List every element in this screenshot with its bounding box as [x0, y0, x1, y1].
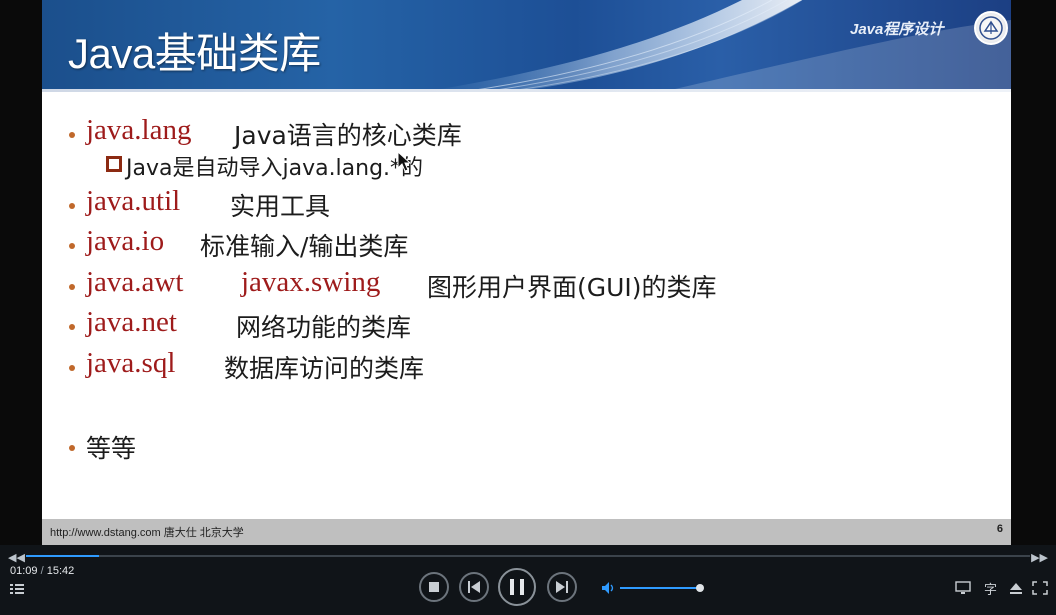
next-button[interactable] [547, 572, 577, 602]
bullet-dot [69, 445, 75, 451]
pause-button[interactable] [498, 568, 536, 606]
mouse-pointer-icon [397, 151, 411, 172]
previous-button[interactable] [459, 572, 489, 602]
square-bullet-icon [106, 156, 122, 172]
video-stage[interactable]: Java基础类库 Java程序设计 java.lang Java语言的核心类库 … [0, 0, 1056, 545]
package-description: 标准输入/输出类库 [200, 232, 409, 261]
volume-icon[interactable] [601, 581, 617, 595]
bullet-dot [69, 243, 75, 249]
bullet-dot [69, 132, 75, 138]
university-logo [974, 11, 1008, 45]
banner-divider [42, 89, 1011, 92]
time-separator: / [40, 565, 44, 577]
screen-icon[interactable] [955, 581, 971, 595]
volume-knob[interactable] [696, 584, 704, 592]
footer-url: http://www.dstang.com 唐大仕 北京大学 [50, 527, 244, 539]
stop-button[interactable] [419, 572, 449, 602]
seek-progress [26, 555, 99, 557]
package-description: 实用工具 [230, 192, 331, 221]
volume-slider[interactable] [620, 584, 704, 592]
bullet-dot [69, 324, 75, 330]
package-description: 数据库访问的类库 [224, 354, 425, 383]
slide-title: Java基础类库 [68, 30, 321, 77]
time-display: 01:09 / 15:42 [10, 565, 74, 577]
playlist-icon[interactable] [10, 583, 24, 595]
pause-icon [510, 579, 524, 595]
package-description: 等等 [86, 434, 137, 463]
fullscreen-icon[interactable] [1032, 581, 1048, 595]
slide-banner: Java基础类库 Java程序设计 [42, 0, 1011, 92]
slide: Java基础类库 Java程序设计 java.lang Java语言的核心类库 … [42, 0, 1011, 545]
seal-icon [979, 16, 1003, 40]
package-name: java.awt [86, 266, 184, 298]
bullet-dot [69, 365, 75, 371]
package-name: java.lang [86, 114, 192, 146]
volume-level [620, 587, 700, 589]
bullet-dot [69, 203, 75, 209]
package-name: java.util [86, 185, 181, 217]
next-icon [556, 581, 568, 593]
eject-icon[interactable] [1008, 581, 1024, 595]
slide-footer: http://www.dstang.com 唐大仕 北京大学 6 [42, 519, 1011, 545]
stop-icon [429, 582, 439, 592]
total-time: 15:42 [46, 565, 75, 577]
package-name-secondary: javax.swing [241, 266, 381, 298]
package-name: java.io [86, 225, 165, 257]
previous-icon [468, 581, 480, 593]
package-name: java.net [86, 306, 177, 338]
sub-item-text: Java是自动导入java.lang.*的 [126, 156, 424, 181]
current-time: 01:09 [10, 565, 38, 577]
skip-forward-icon[interactable]: ▶▶ [1031, 551, 1048, 564]
seek-bar[interactable] [26, 555, 1030, 557]
package-name: java.sql [86, 347, 176, 379]
page-number: 6 [996, 523, 1003, 535]
package-description: 网络功能的类库 [236, 313, 412, 342]
player-controls: ◀◀ ▶▶ 01:09 / 15:42 字 [0, 545, 1056, 615]
package-description: 图形用户界面(GUI)的类库 [427, 273, 717, 302]
package-description: Java语言的核心类库 [234, 121, 462, 150]
course-name: Java程序设计 [850, 21, 944, 38]
subtitle-button[interactable]: 字 [984, 579, 1000, 598]
bullet-dot [69, 284, 75, 290]
skip-back-icon[interactable]: ◀◀ [8, 551, 25, 564]
